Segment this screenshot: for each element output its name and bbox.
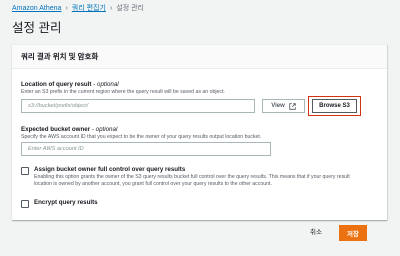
- location-placeholder: s3://bucket/prefix/object/: [28, 103, 89, 109]
- location-field-label: Location of query result - optional Ente…: [21, 81, 225, 95]
- page-title: 설정 관리: [12, 21, 62, 35]
- breadcrumb-athena-link[interactable]: Amazon Athena: [12, 5, 61, 12]
- cancel-button[interactable]: 취소: [310, 226, 322, 236]
- owner-placeholder: Enter AWS account ID: [28, 146, 84, 152]
- external-link-icon: [289, 102, 296, 110]
- view-button-label: View: [271, 103, 285, 109]
- owner-description: Specify the AWS account ID that you expe…: [21, 134, 262, 140]
- encrypt-label: Encrypt query results: [34, 199, 98, 206]
- encrypt-checkbox[interactable]: [21, 200, 29, 208]
- owner-field-label: Expected bucket owner - optional Specify…: [21, 126, 261, 140]
- owner-optional: - optional: [91, 126, 118, 133]
- full-control-label: Assign bucket owner full control over qu…: [34, 166, 186, 173]
- view-button[interactable]: View: [262, 99, 305, 113]
- breadcrumb: Amazon Athena › 쿼리 편집기 › 설정 관리: [12, 3, 144, 13]
- panel-title: 쿼리 결과 위치 및 암호화: [12, 45, 387, 69]
- breadcrumb-query-editor-link[interactable]: 쿼리 편집기: [72, 3, 106, 13]
- chevron-right-icon: ›: [109, 4, 113, 12]
- owner-label: Expected bucket owner: [21, 126, 91, 133]
- full-control-checkbox[interactable]: [21, 167, 29, 175]
- encrypt-option: Encrypt query results: [21, 199, 98, 208]
- location-description: Enter an S3 prefix in the current region…: [21, 89, 225, 95]
- full-control-option: Assign bucket owner full control over qu…: [21, 166, 354, 188]
- settings-panel: 쿼리 결과 위치 및 암호화 Location of query result …: [12, 44, 387, 220]
- breadcrumb-current: 설정 관리: [116, 5, 144, 12]
- full-control-description: Enabling this option grants the owner of…: [34, 174, 350, 187]
- location-label: Location of query result: [21, 81, 92, 88]
- chevron-right-icon: ›: [65, 4, 68, 12]
- query-result-location-input[interactable]: s3://bucket/prefix/object/: [21, 99, 255, 113]
- browse-s3-highlight: Browse S3: [308, 96, 361, 116]
- bucket-owner-input[interactable]: Enter AWS account ID: [21, 142, 271, 156]
- save-button[interactable]: 저장: [339, 225, 367, 241]
- location-optional: - optional: [93, 81, 119, 88]
- browse-s3-button[interactable]: Browse S3: [312, 99, 357, 113]
